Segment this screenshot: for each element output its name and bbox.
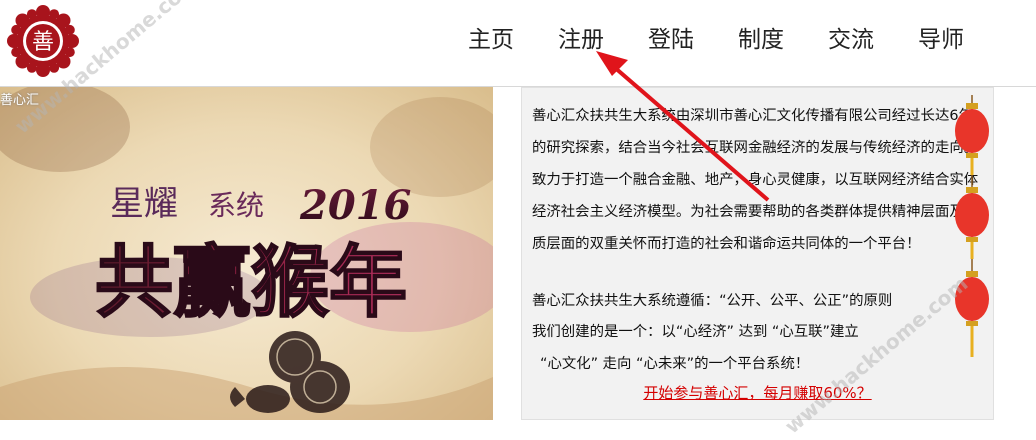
banner-title-line1: 星耀 bbox=[110, 184, 178, 224]
header: 善 主页 注册 登陆 制度 交流 导师 bbox=[0, 0, 1036, 87]
banner-image: 星耀 系统 2016 共赢猴年 善心汇 bbox=[0, 87, 493, 420]
nav-rules[interactable]: 制度 bbox=[738, 20, 784, 54]
mission-text-cont: “心文化” 走向 “心未来”的一个平台系统！ bbox=[540, 356, 810, 372]
nav-home[interactable]: 主页 bbox=[468, 20, 514, 54]
nav-community[interactable]: 交流 bbox=[828, 20, 874, 54]
banner-title-line1b: 系统 bbox=[208, 189, 264, 222]
logo-emblem-icon: 善 bbox=[7, 5, 79, 77]
banner-headline: 共赢猴年 bbox=[95, 237, 407, 328]
banner-artwork: 星耀 系统 2016 共赢猴年 bbox=[0, 87, 493, 420]
logo-glyph: 善 bbox=[32, 30, 54, 55]
join-link[interactable]: 开始参与善心汇，每月赚取60%？ bbox=[522, 382, 993, 403]
nav-login[interactable]: 登陆 bbox=[648, 20, 694, 54]
banner-year: 2016 bbox=[299, 182, 411, 229]
banner-corner-label: 善心汇 bbox=[0, 93, 40, 108]
principle-text: 善心汇众扶共生大系统遵循：“公开、公平、公正”的原则 bbox=[532, 293, 893, 309]
mission-text: 我们创建的是一个：以“心经济” 达到 “心互联”建立 bbox=[532, 324, 859, 340]
intro-panel: 善心汇众扶共生大系统由深圳市善心汇文化传播有限公司经过长达6年的研究探索，结合当… bbox=[521, 87, 994, 420]
intro-paragraph: 善心汇众扶共生大系统由深圳市善心汇文化传播有限公司经过长达6年的研究探索，结合当… bbox=[532, 108, 979, 252]
lantern-decoration-icon bbox=[955, 95, 989, 357]
nav-register[interactable]: 注册 bbox=[558, 20, 604, 54]
nav-mentor[interactable]: 导师 bbox=[918, 20, 964, 54]
logo[interactable]: 善 bbox=[6, 4, 80, 78]
